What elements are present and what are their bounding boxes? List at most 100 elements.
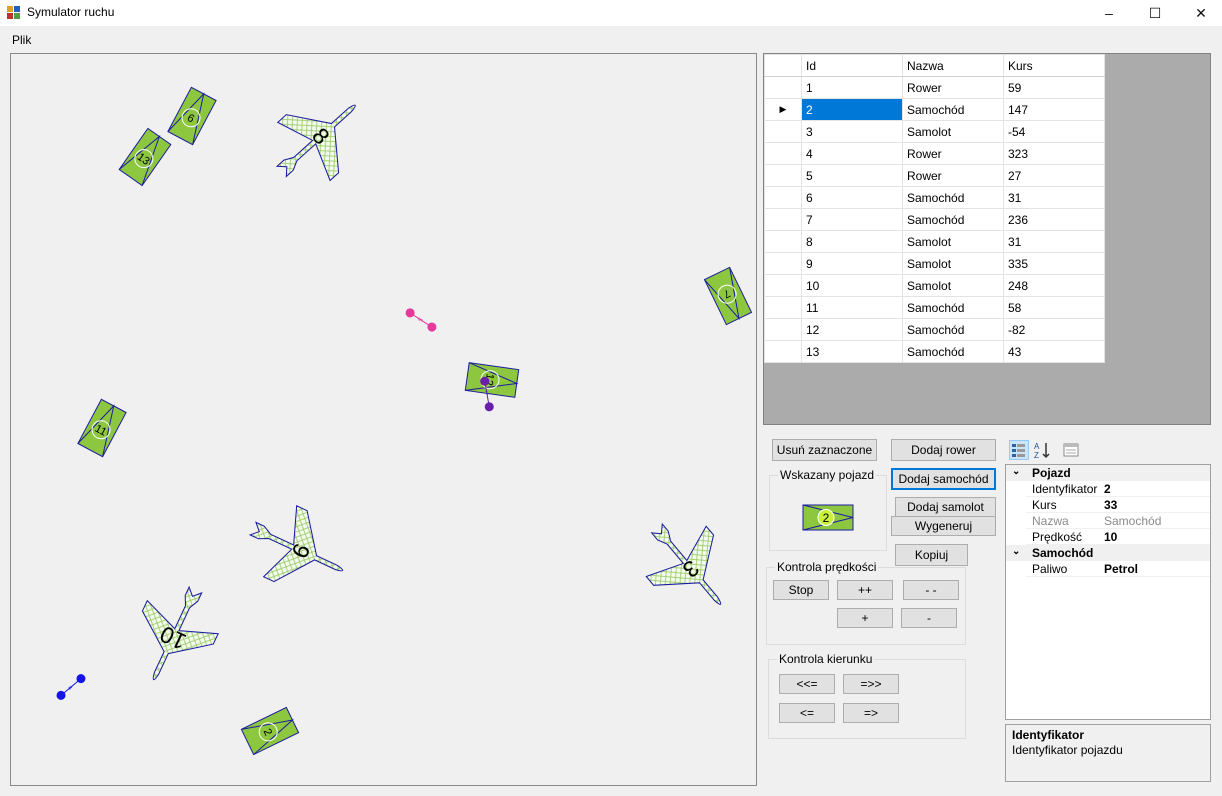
row-header[interactable]	[764, 252, 802, 275]
bike-marker[interactable]: 5	[404, 307, 438, 334]
cell-kurs[interactable]: 147	[1003, 98, 1105, 121]
car-marker[interactable]: 2	[240, 706, 300, 756]
cell-kurs[interactable]: -54	[1003, 120, 1105, 143]
cell-kurs[interactable]: 27	[1003, 164, 1105, 187]
cell-id[interactable]: 13	[801, 340, 903, 363]
cell-id[interactable]: 5	[801, 164, 903, 187]
car-marker[interactable]: 13	[118, 127, 172, 187]
minimize-button[interactable]: –	[1086, 0, 1132, 26]
plane-marker[interactable]: 3	[627, 503, 750, 629]
table-row[interactable]: 7 Samochód 236	[764, 208, 1105, 231]
delete-selected-button[interactable]: Usuń zaznaczone	[772, 439, 877, 461]
column-header-kurs[interactable]: Kurs	[1003, 54, 1105, 77]
cell-nazwa[interactable]: Samolot	[902, 230, 1004, 253]
cell-nazwa[interactable]: Rower	[902, 76, 1004, 99]
cell-id[interactable]: 4	[801, 142, 903, 165]
property-value[interactable]: 10	[1104, 530, 1117, 544]
row-header[interactable]	[764, 76, 802, 99]
copy-button[interactable]: Kopiuj	[895, 544, 968, 566]
property-pages-icon[interactable]	[1061, 440, 1081, 460]
row-header[interactable]	[764, 296, 802, 319]
car-marker[interactable]: 12	[464, 362, 520, 398]
cell-kurs[interactable]: 323	[1003, 142, 1105, 165]
row-header[interactable]	[764, 120, 802, 143]
plane-marker[interactable]: 10	[118, 574, 231, 697]
cell-id[interactable]: 8	[801, 230, 903, 253]
property-category[interactable]: ⌄ Samochód	[1006, 545, 1210, 561]
table-row[interactable]: 3 Samolot -54	[764, 120, 1105, 143]
direction-fast-right-button[interactable]: =>>	[843, 674, 899, 694]
table-row[interactable]: 9 Samolot 335	[764, 252, 1105, 275]
cell-id[interactable]: 12	[801, 318, 903, 341]
car-marker[interactable]: 6	[167, 86, 217, 146]
direction-right-button[interactable]: =>	[843, 703, 899, 723]
row-header[interactable]	[764, 142, 802, 165]
table-row[interactable]: 13 Samochód 43	[764, 340, 1105, 363]
cell-kurs[interactable]: 58	[1003, 296, 1105, 319]
cell-nazwa[interactable]: Rower	[902, 142, 1004, 165]
row-header[interactable]	[764, 186, 802, 209]
maximize-button[interactable]: ☐	[1132, 0, 1178, 26]
property-value[interactable]: 33	[1104, 498, 1117, 512]
speed-stop-button[interactable]: Stop	[773, 580, 829, 600]
cell-nazwa[interactable]: Samolot	[902, 274, 1004, 297]
table-row[interactable]: 10 Samolot 248	[764, 274, 1105, 297]
simulation-canvas[interactable]: 6 13 7 12 11 2 8 9 3 10 5 1 4	[10, 53, 757, 786]
car-marker[interactable]: 7	[703, 266, 753, 326]
chevron-down-icon[interactable]: ⌄	[1012, 466, 1020, 477]
add-car-button[interactable]: Dodaj samochód	[891, 468, 996, 490]
direction-fast-left-button[interactable]: <<=	[779, 674, 835, 694]
close-button[interactable]: ✕	[1178, 0, 1222, 26]
speed-up-button[interactable]: +	[837, 608, 893, 628]
cell-kurs[interactable]: 335	[1003, 252, 1105, 275]
car-marker[interactable]: 11	[77, 398, 127, 458]
generate-button[interactable]: Wygeneruj	[891, 516, 996, 536]
cell-id[interactable]: 6	[801, 186, 903, 209]
row-header[interactable]	[764, 274, 802, 297]
table-row[interactable]: ▶ 2 Samochód 147	[764, 98, 1105, 121]
cell-nazwa[interactable]: Samolot	[902, 120, 1004, 143]
cell-kurs[interactable]: -82	[1003, 318, 1105, 341]
cell-kurs[interactable]: 59	[1003, 76, 1105, 99]
column-header-id[interactable]: Id	[801, 54, 903, 77]
row-header[interactable]: ▶	[764, 98, 802, 121]
bike-marker[interactable]: 4	[55, 672, 88, 701]
menu-plik[interactable]: Plik	[12, 33, 31, 47]
property-row[interactable]: Identyfikator 2	[1006, 481, 1210, 497]
cell-id[interactable]: 11	[801, 296, 903, 319]
property-row[interactable]: Nazwa Samochód	[1006, 513, 1210, 529]
property-row[interactable]: Prędkość 10	[1006, 529, 1210, 545]
property-value[interactable]: 2	[1104, 482, 1111, 496]
cell-nazwa[interactable]: Samochód	[902, 318, 1004, 341]
plane-marker[interactable]: 8	[256, 76, 382, 200]
cell-nazwa[interactable]: Samochód	[902, 340, 1004, 363]
speed-fast-up-button[interactable]: ++	[837, 580, 893, 600]
add-plane-button[interactable]: Dodaj samolot	[895, 497, 996, 517]
table-row[interactable]: 8 Samolot 31	[764, 230, 1105, 253]
add-bike-button[interactable]: Dodaj rower	[891, 439, 996, 461]
cell-id[interactable]: 9	[801, 252, 903, 275]
cell-id[interactable]: 7	[801, 208, 903, 231]
row-header[interactable]	[764, 164, 802, 187]
cell-kurs[interactable]: 236	[1003, 208, 1105, 231]
cell-nazwa[interactable]: Samochód	[902, 98, 1004, 121]
column-header-nazwa[interactable]: Nazwa	[902, 54, 1004, 77]
cell-id[interactable]: 3	[801, 120, 903, 143]
chevron-down-icon[interactable]: ⌄	[1012, 546, 1020, 557]
cell-kurs[interactable]: 31	[1003, 230, 1105, 253]
property-row[interactable]: Kurs 33	[1006, 497, 1210, 513]
cell-nazwa[interactable]: Samochód	[902, 296, 1004, 319]
cell-nazwa[interactable]: Samochód	[902, 186, 1004, 209]
cell-id[interactable]: 10	[801, 274, 903, 297]
cell-nazwa[interactable]: Samolot	[902, 252, 1004, 275]
table-row[interactable]: 12 Samochód -82	[764, 318, 1105, 341]
cell-kurs[interactable]: 31	[1003, 186, 1105, 209]
direction-left-button[interactable]: <=	[779, 703, 835, 723]
alphabetical-sort-icon[interactable]: AZ	[1032, 440, 1052, 460]
table-row[interactable]: 6 Samochód 31	[764, 186, 1105, 209]
table-row[interactable]: 11 Samochód 58	[764, 296, 1105, 319]
cell-kurs[interactable]: 43	[1003, 340, 1105, 363]
row-header[interactable]	[764, 340, 802, 363]
table-row[interactable]: 1 Rower 59	[764, 76, 1105, 99]
categorized-icon[interactable]	[1009, 440, 1029, 460]
